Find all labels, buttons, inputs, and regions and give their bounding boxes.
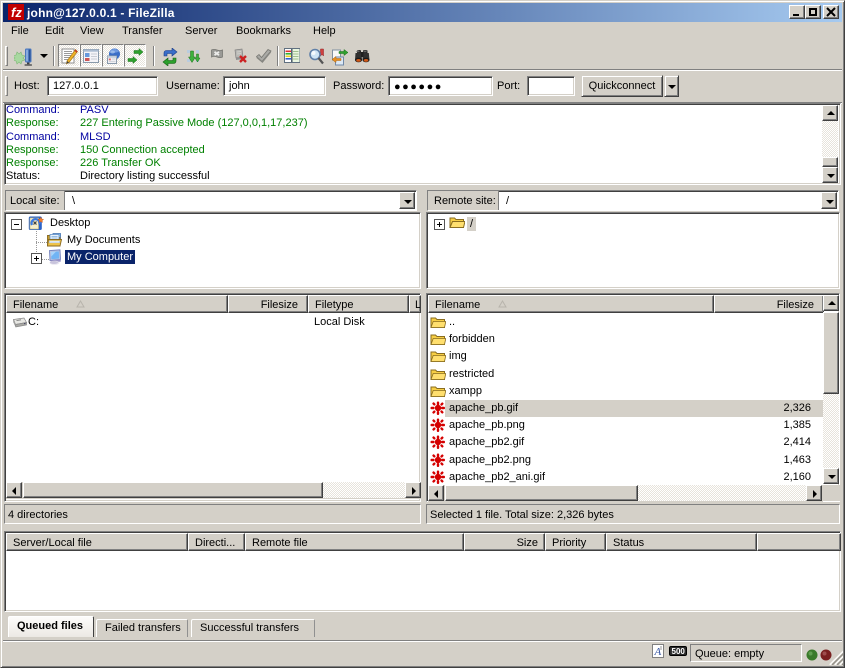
svg-text:A: A xyxy=(654,646,662,658)
svg-text:fz: fz xyxy=(11,5,22,20)
svg-text:500: 500 xyxy=(672,647,686,656)
